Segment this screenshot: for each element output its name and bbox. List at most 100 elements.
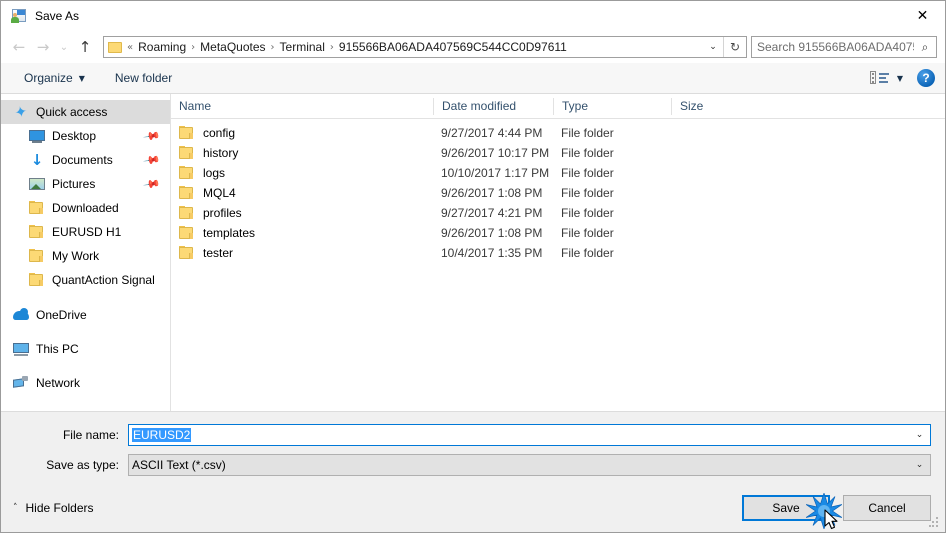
sidebar-item-documents[interactable]: ↓ Documents 📌 <box>1 148 170 172</box>
file-date-cell: 9/26/2017 1:08 PM <box>441 186 543 200</box>
folder-icon <box>179 205 195 221</box>
file-type-cell: File folder <box>561 246 614 260</box>
file-name-label: MQL4 <box>203 186 236 200</box>
resize-grip[interactable] <box>929 517 940 528</box>
breadcrumb-metaquotes[interactable]: MetaQuotes <box>197 40 268 54</box>
back-icon[interactable]: ← <box>7 35 31 59</box>
sidebar-item-onedrive[interactable]: OneDrive <box>1 303 170 327</box>
chevron-down-icon[interactable]: ⌄ <box>909 425 930 445</box>
sidebar-item-downloaded[interactable]: Downloaded <box>1 196 170 220</box>
refresh-icon[interactable]: ↻ <box>723 37 746 57</box>
sidebar-item-quantaction-signal[interactable]: QuantAction Signal <box>1 268 170 292</box>
title-bar: Save As ✕ <box>1 1 945 31</box>
folder-icon <box>179 185 195 201</box>
sidebar-item-pictures[interactable]: Pictures 📌 <box>1 172 170 196</box>
chevron-up-icon: ˄ <box>13 503 18 513</box>
breadcrumb-roaming[interactable]: Roaming <box>135 40 189 54</box>
save-button-label: Save <box>772 501 800 515</box>
chevron-down-icon[interactable]: ⌄ <box>909 455 930 475</box>
new-folder-button[interactable]: New folder <box>108 68 179 88</box>
file-type-cell: File folder <box>561 126 614 140</box>
network-icon <box>13 375 29 391</box>
window-title: Save As <box>35 9 80 23</box>
file-type-cell: File folder <box>561 146 614 160</box>
star-icon: ✦ <box>12 101 30 123</box>
sidebar-item-label: Downloaded <box>52 201 119 215</box>
table-row[interactable]: MQL4 9/26/2017 1:08 PM File folder <box>171 183 945 203</box>
folder-icon <box>179 165 195 181</box>
pin-icon: 📌 <box>142 151 161 170</box>
close-icon[interactable]: ✕ <box>900 1 945 31</box>
folder-icon <box>29 200 45 216</box>
column-header-label: Name <box>179 98 212 113</box>
help-icon[interactable]: ? <box>917 69 935 87</box>
sidebar-item-label: EURUSD H1 <box>52 225 122 239</box>
file-name-label: templates <box>203 226 256 240</box>
breadcrumb-instance-id[interactable]: 915566BA06ADA407569C544CC0D97611 <box>336 40 570 54</box>
table-row[interactable]: tester 10/4/2017 1:35 PM File folder <box>171 243 945 263</box>
view-layout-icon[interactable] <box>869 70 890 86</box>
file-name-cell: logs <box>171 165 433 181</box>
up-icon[interactable]: ↑ <box>73 35 97 59</box>
file-name-input[interactable]: EURUSD2 ⌄ <box>128 424 931 446</box>
chevron-right-icon[interactable]: › <box>269 42 277 53</box>
sidebar-item-network[interactable]: Network <box>1 371 170 395</box>
sidebar-item-label: Pictures <box>52 177 96 191</box>
mouse-cursor <box>824 509 838 530</box>
file-date-cell: 9/27/2017 4:44 PM <box>441 126 543 140</box>
file-date-cell: 9/27/2017 4:21 PM <box>441 206 543 220</box>
chevron-down-icon[interactable]: ▼ <box>897 74 903 83</box>
sidebar-item-quick-access[interactable]: ✦ Quick access <box>1 100 170 124</box>
file-name-value[interactable]: EURUSD2 <box>129 428 909 442</box>
sidebar-item-label: Quick access <box>36 105 108 119</box>
pc-icon <box>13 341 29 357</box>
cancel-button-label: Cancel <box>868 501 906 515</box>
column-header-name[interactable]: ˄ Name <box>171 98 433 115</box>
cloud-icon <box>13 307 29 323</box>
table-row[interactable]: config 9/27/2017 4:44 PM File folder <box>171 123 945 143</box>
sidebar-item-this-pc[interactable]: This PC <box>1 337 170 361</box>
file-list: ˄ Name Date modified Type Size config 9/… <box>171 94 945 411</box>
sidebar-item-label: QuantAction Signal <box>52 273 155 287</box>
file-name-cell: MQL4 <box>171 185 433 201</box>
breadcrumb-terminal[interactable]: Terminal <box>277 40 328 54</box>
chevron-right-icon[interactable]: › <box>189 42 197 53</box>
search-box[interactable]: Search 915566BA06ADA40756... ⌕ <box>751 36 937 58</box>
save-as-type-select[interactable]: ASCII Text (*.csv) ⌄ <box>128 454 931 476</box>
save-button[interactable]: Save <box>742 493 842 530</box>
table-row[interactable]: logs 10/10/2017 1:17 PM File folder <box>171 163 945 183</box>
click-burst-effect <box>806 493 842 529</box>
sidebar-item-eurusd-h1[interactable]: EURUSD H1 <box>1 220 170 244</box>
table-row[interactable]: profiles 9/27/2017 4:21 PM File folder <box>171 203 945 223</box>
file-name-label: File name: <box>62 428 119 442</box>
column-header-date-modified[interactable]: Date modified <box>433 97 553 115</box>
breadcrumb-overflow[interactable]: « <box>125 42 135 53</box>
file-name-label: history <box>203 146 239 160</box>
cancel-button[interactable]: Cancel <box>843 495 931 521</box>
recent-locations-icon[interactable]: ⌄ <box>55 35 73 59</box>
navigation-pane: ✦ Quick access Desktop 📌 ↓ Documents 📌 P… <box>1 94 171 411</box>
new-folder-label: New folder <box>114 71 173 85</box>
forward-icon[interactable]: → <box>31 35 55 59</box>
search-input[interactable]: Search 915566BA06ADA40756... <box>752 40 914 54</box>
search-icon[interactable]: ⌕ <box>914 40 936 55</box>
hide-folders-button[interactable]: ˄ Hide Folders <box>13 501 94 515</box>
address-bar[interactable]: « Roaming › MetaQuotes › Terminal › 9155… <box>103 36 747 58</box>
table-row[interactable]: templates 9/26/2017 1:08 PM File folder <box>171 223 945 243</box>
file-name-cell: profiles <box>171 205 433 221</box>
sidebar-item-desktop[interactable]: Desktop 📌 <box>1 124 170 148</box>
table-row[interactable]: history 9/26/2017 10:17 PM File folder <box>171 143 945 163</box>
folder-icon <box>29 272 45 288</box>
dialog-footer: ˄ Hide Folders Save Cancel <box>1 484 945 532</box>
chevron-down-icon[interactable]: ⌄ <box>703 37 723 57</box>
chevron-right-icon[interactable]: › <box>328 42 336 53</box>
sort-ascending-icon: ˄ <box>296 97 301 103</box>
column-header-size[interactable]: Size <box>671 97 745 115</box>
column-header-type[interactable]: Type <box>553 97 671 115</box>
save-form: File name: EURUSD2 ⌄ Save as type: ASCII… <box>1 412 945 484</box>
sidebar-item-label: Network <box>36 376 81 390</box>
folder-icon <box>179 145 195 161</box>
organize-button[interactable]: Organize ▼ <box>17 68 92 88</box>
file-name-cell: history <box>171 145 433 161</box>
sidebar-item-my-work[interactable]: My Work <box>1 244 170 268</box>
